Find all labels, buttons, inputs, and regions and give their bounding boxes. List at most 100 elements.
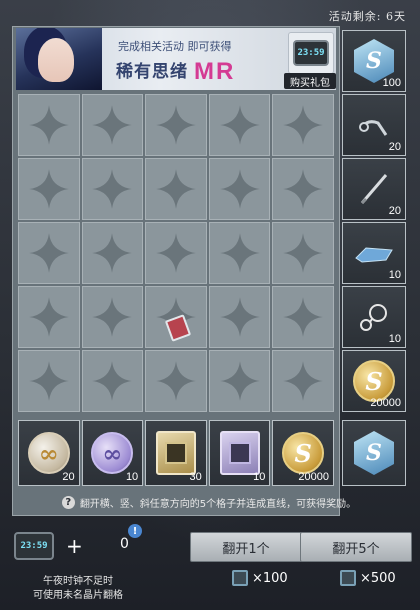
grid-cell[interactable] xyxy=(81,222,144,284)
reward-count: 20 xyxy=(388,141,401,153)
grid-cell[interactable] xyxy=(145,158,207,220)
reward-count: 10 xyxy=(388,333,401,345)
grid-cell[interactable] xyxy=(81,94,144,156)
grid-cell[interactable] xyxy=(208,158,271,220)
grid-cell[interactable] xyxy=(208,350,271,412)
sparkle-star-icon xyxy=(219,105,260,145)
silver-thought-coin-icon: ∞ xyxy=(27,432,70,474)
sparkle-star-icon xyxy=(156,361,196,401)
grid-cell[interactable] xyxy=(18,222,80,284)
sparkle-star-icon xyxy=(156,105,196,145)
reward-slot[interactable]: 20 xyxy=(342,94,406,156)
grid-cell[interactable] xyxy=(272,158,334,220)
reward-slot[interactable]: S 20000 xyxy=(272,420,334,486)
sparkle-star-icon xyxy=(219,233,260,273)
chip-currency-icon xyxy=(232,570,248,586)
midnight-clock-item[interactable]: 23:59 xyxy=(288,32,334,74)
clock-counter: 23:59 + 0 ! xyxy=(8,524,146,568)
grid-cell[interactable] xyxy=(208,222,271,284)
grid-cell[interactable] xyxy=(272,350,334,412)
grid-cell[interactable] xyxy=(145,286,207,348)
banner-title-text: 稀有思绪 xyxy=(116,62,188,82)
note-line-1: 午夜时钟不足时 xyxy=(43,576,113,587)
reward-slot[interactable]: 10 xyxy=(342,222,406,284)
clock-icon: 23:59 xyxy=(14,532,54,560)
reward-count: 10 xyxy=(253,471,266,483)
grid-cell[interactable] xyxy=(145,94,207,156)
grid-cell[interactable] xyxy=(272,94,334,156)
grid-cell[interactable] xyxy=(272,286,334,348)
grid-cell[interactable] xyxy=(145,350,207,412)
crystal-shard-icon xyxy=(355,247,393,263)
reward-slot[interactable]: 10 xyxy=(208,420,271,486)
grid-cell[interactable] xyxy=(18,158,80,220)
grid-cell[interactable] xyxy=(81,350,144,412)
rules-text: 翻开横、竖、斜任意方向的5个格子并连成直线，可获得奖励。 xyxy=(79,498,357,510)
sparkle-star-icon xyxy=(28,169,69,209)
rules-info: ? 翻开横、竖、斜任意方向的5个格子并连成直线，可获得奖励。 xyxy=(14,492,404,512)
character-portrait xyxy=(16,28,102,90)
add-clock-button[interactable]: + xyxy=(66,534,83,558)
corner-reward-slot[interactable]: S xyxy=(342,420,406,486)
blue-crystal-icon: S xyxy=(354,431,394,475)
reward-count: 20 xyxy=(388,205,401,217)
grid-cell[interactable] xyxy=(18,94,80,156)
reward-count: 100 xyxy=(382,77,401,89)
flip-one-cost: ×100 xyxy=(232,570,288,586)
cost-value: ×100 xyxy=(252,570,288,586)
reward-count: 10 xyxy=(125,471,139,483)
column-rewards: ∞ 20 ∞ 10 30 10 S 20000 xyxy=(18,420,334,486)
earbud-icon xyxy=(359,120,388,136)
flip-grid xyxy=(18,94,334,412)
sparkle-star-icon xyxy=(283,297,323,337)
sparkle-star-icon xyxy=(92,361,133,401)
help-icon[interactable]: ? xyxy=(61,495,75,509)
reward-count: 20000 xyxy=(370,397,401,409)
sparkle-star-icon xyxy=(28,361,69,401)
reward-count: 30 xyxy=(189,471,202,483)
sparkle-star-icon xyxy=(156,169,196,209)
ring-necklace-icon xyxy=(360,304,387,331)
grid-cell[interactable] xyxy=(208,286,271,348)
reward-slot[interactable]: ∞ 10 xyxy=(81,420,144,486)
note-line-2: 可使用未名晶片翻格 xyxy=(33,590,123,601)
grid-cell[interactable] xyxy=(208,94,271,156)
grid-cell[interactable] xyxy=(18,350,80,412)
reward-slot[interactable]: 30 xyxy=(145,420,207,486)
pen-icon xyxy=(360,174,388,205)
reward-slot[interactable]: 20 xyxy=(342,158,406,220)
reward-slot[interactable]: S 20000 xyxy=(342,350,406,412)
flip-five-cost: ×500 xyxy=(340,570,396,586)
gold-coin-icon: S xyxy=(353,360,395,402)
gold-chip-card-icon xyxy=(155,431,196,475)
sparkle-star-icon xyxy=(283,169,323,209)
sparkle-star-icon xyxy=(219,361,260,401)
reward-slot[interactable]: 10 xyxy=(342,286,406,348)
sparkle-star-icon xyxy=(92,297,133,337)
rarity-label: MR xyxy=(194,58,236,85)
flip-one-button[interactable]: 翻开1个 xyxy=(190,532,302,562)
clock-count: 0 xyxy=(120,536,129,552)
reward-slot[interactable]: S 100 xyxy=(342,30,406,92)
grid-cell[interactable] xyxy=(18,286,80,348)
sparkle-star-icon xyxy=(92,169,133,209)
sparkle-star-icon xyxy=(219,297,260,337)
reward-slot[interactable]: ∞ 20 xyxy=(18,420,80,486)
chip-currency-icon xyxy=(340,570,356,586)
promo-banner: 完成相关活动 即可获得 稀有思绪 MR 23:59 购买礼包 xyxy=(16,28,336,90)
sparkle-star-icon xyxy=(92,233,133,273)
cost-value: ×500 xyxy=(360,570,396,586)
buy-pack-button[interactable]: 购买礼包 xyxy=(284,73,336,89)
gold-coin-icon: S xyxy=(282,432,325,474)
sparkle-star-icon xyxy=(28,105,69,145)
banner-subtitle: 完成相关活动 即可获得 xyxy=(118,40,232,53)
sparkle-star-icon xyxy=(219,169,260,209)
reward-count: 20000 xyxy=(298,471,329,483)
grid-cell[interactable] xyxy=(272,222,334,284)
grid-cell[interactable] xyxy=(81,158,144,220)
grid-cell[interactable] xyxy=(145,222,207,284)
event-timer: 活动剩余: 6天 xyxy=(328,10,406,23)
grid-cell[interactable] xyxy=(81,286,144,348)
sparkle-star-icon xyxy=(28,233,69,273)
flip-five-button[interactable]: 翻开5个 xyxy=(300,532,412,562)
